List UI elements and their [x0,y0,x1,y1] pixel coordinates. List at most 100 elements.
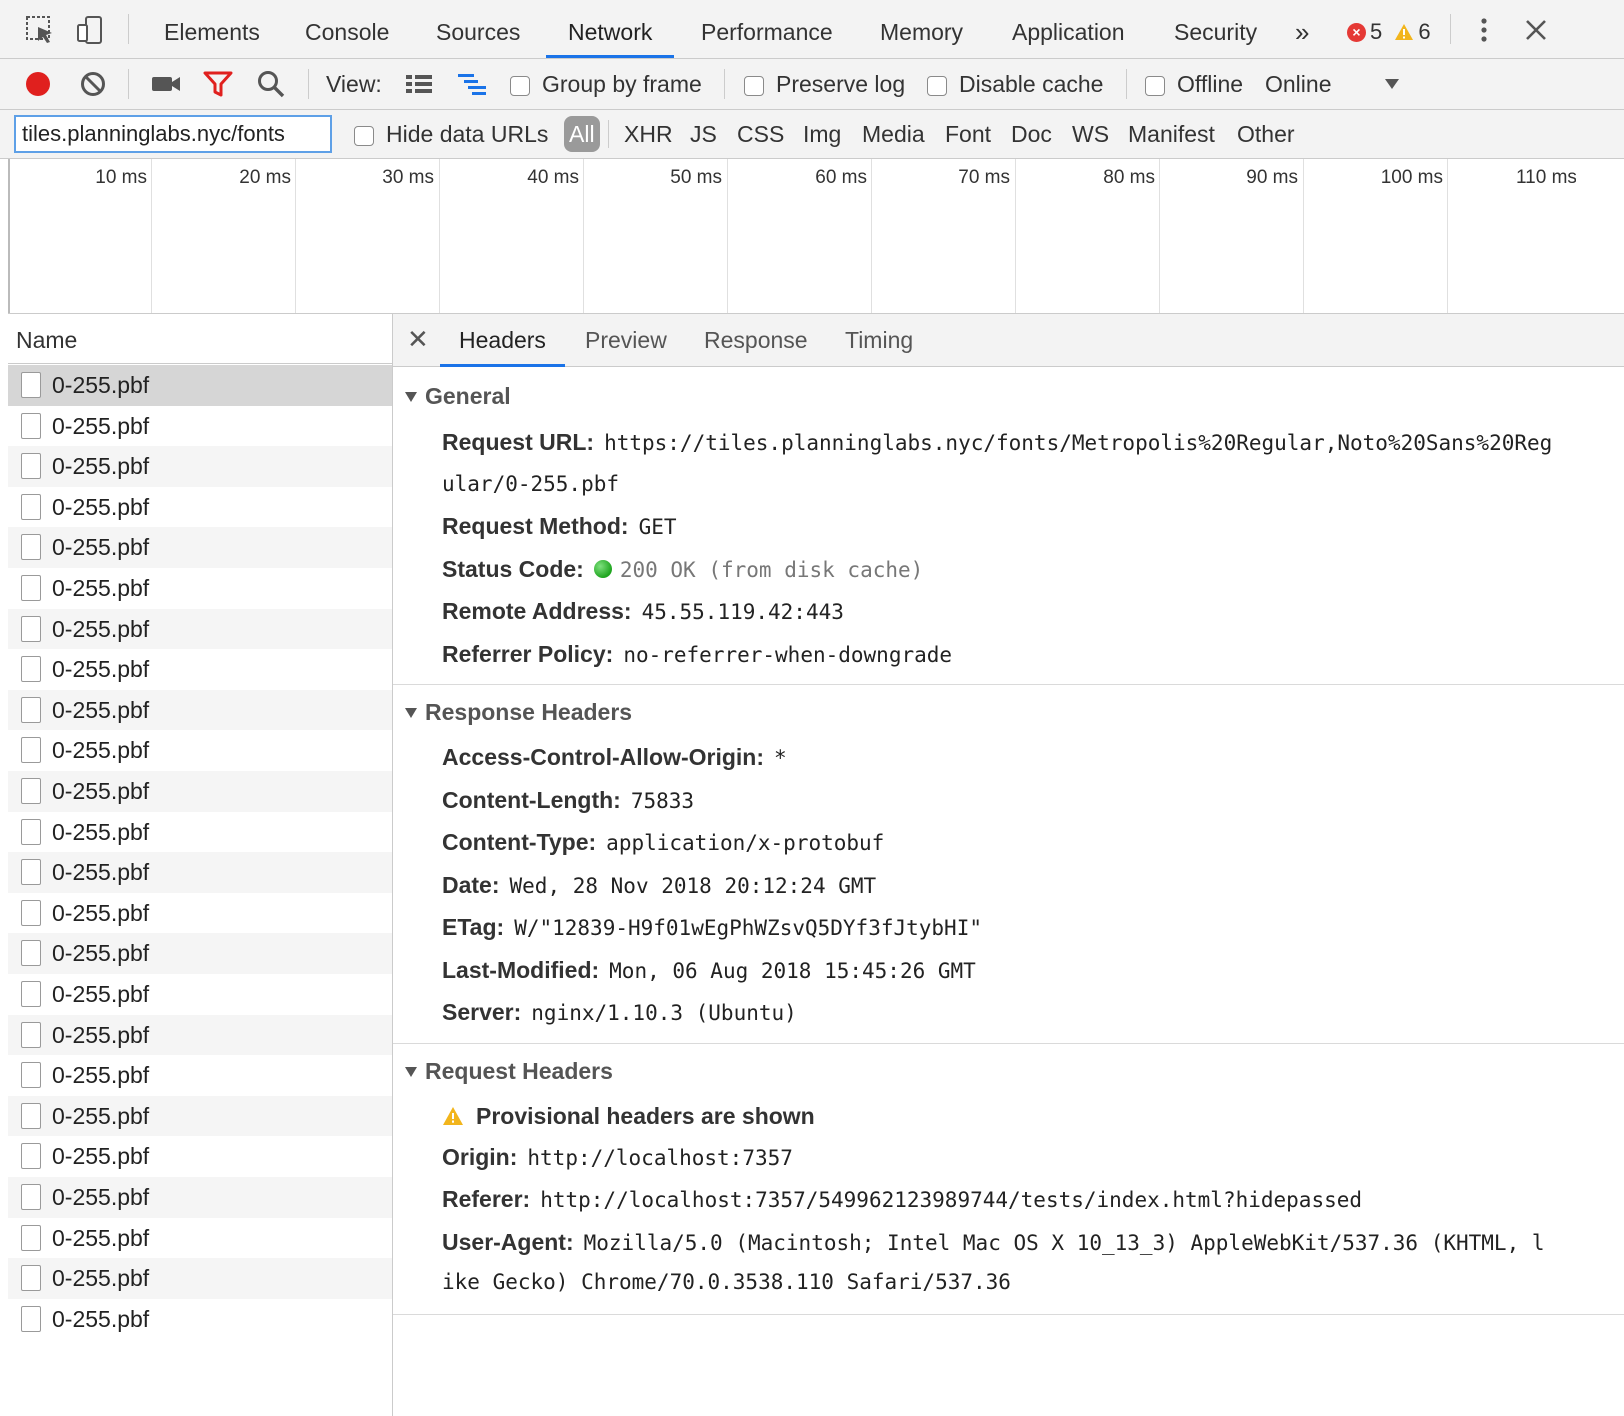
tab-console[interactable]: Console [305,0,389,58]
request-row[interactable]: 0-255.pbf [8,1095,392,1137]
response-headers-section: Response Headers Access-Control-Allow-Or… [393,685,1624,1044]
request-row[interactable]: 0-255.pbf [8,689,392,731]
general-section-toggle[interactable]: General [405,383,511,410]
filter-type-all[interactable]: All [564,116,600,152]
tab-response[interactable]: Response [704,314,808,366]
response-header-row: Content-Type: application/x-protobuf [442,829,884,856]
tab-network[interactable]: Network [545,0,675,58]
filter-type-font[interactable]: Font [945,110,991,158]
tab-headers[interactable]: Headers [440,314,565,367]
hide-data-urls-checkbox[interactable]: Hide data URLs [354,110,548,158]
referrer-policy-row: Referrer Policy: no-referrer-when-downgra… [442,641,952,668]
record-icon[interactable] [24,70,52,98]
header-key: Request URL: [442,429,595,455]
request-row[interactable]: 0-255.pbf [8,812,392,853]
filter-type-img[interactable]: Img [803,110,841,158]
request-row[interactable]: 0-255.pbf [8,365,392,406]
request-row[interactable]: 0-255.pbf [8,730,392,771]
filter-type-xhr[interactable]: XHR [624,110,673,158]
tab-memory[interactable]: Memory [880,0,963,58]
request-row[interactable]: 0-255.pbf [8,852,392,893]
request-headers-title: Request Headers [425,1058,613,1084]
timeline-overview[interactable]: 10 ms 20 ms 30 ms 40 ms 50 ms 60 ms 70 m… [8,159,1624,314]
filter-type-manifest[interactable]: Manifest [1128,110,1215,158]
status-note: (from disk cache) [708,558,924,582]
preserve-log-checkbox[interactable]: Preserve log [744,59,905,109]
request-row[interactable]: 0-255.pbf [8,1136,392,1177]
customize-menu-icon[interactable] [1474,16,1494,44]
chevron-down-icon[interactable] [1384,78,1400,90]
request-row[interactable]: 0-255.pbf [8,893,392,934]
device-toolbar-icon[interactable] [74,14,106,46]
tab-application[interactable]: Application [1012,0,1125,58]
checkbox-box[interactable] [744,76,764,96]
filter-type-media[interactable]: Media [862,110,925,158]
request-row[interactable]: 0-255.pbf [8,771,392,812]
filter-type-other[interactable]: Other [1237,110,1295,158]
disable-cache-checkbox[interactable]: Disable cache [927,59,1103,109]
tab-elements[interactable]: Elements [164,0,260,58]
request-row[interactable]: 0-255.pbf [8,1299,392,1340]
filter-type-ws[interactable]: WS [1072,110,1109,158]
origin-row: Origin: http://localhost:7357 [442,1144,793,1171]
filter-type-js[interactable]: JS [690,110,717,158]
remote-address-value: 45.55.119.42:443 [641,600,844,624]
search-icon[interactable] [256,69,286,99]
close-devtools-icon[interactable] [1524,18,1548,42]
request-name: 0-255.pbf [52,818,150,845]
tab-sources[interactable]: Sources [436,0,520,58]
screenshot-video-icon[interactable] [150,72,182,96]
request-row[interactable]: 0-255.pbf [8,406,392,447]
more-tabs-chevron-icon[interactable]: » [1295,0,1309,58]
large-rows-view-icon[interactable] [404,72,434,96]
clear-icon[interactable] [79,70,107,98]
header-value: Wed, 28 Nov 2018 20:12:24 GMT [509,874,877,898]
request-headers-section: Request Headers Provisional headers are … [393,1044,1624,1315]
issue-counter[interactable]: × 5 6 [1347,0,1431,58]
request-name: 0-255.pbf [52,615,150,642]
request-row[interactable]: 0-255.pbf [8,1177,392,1218]
request-row[interactable]: 0-255.pbf [8,1258,392,1299]
request-row[interactable]: 0-255.pbf [8,1055,392,1096]
provisional-warning: Provisional headers are shown [442,1103,815,1130]
request-row[interactable]: 0-255.pbf [8,568,392,609]
checkbox-box[interactable] [510,76,530,96]
divider [308,69,309,99]
divider [128,69,129,99]
request-name: 0-255.pbf [52,1143,150,1170]
filter-type-doc[interactable]: Doc [1011,110,1052,158]
group-by-frame-checkbox[interactable]: Group by frame [510,59,702,109]
checkbox-box[interactable] [1145,76,1165,96]
divider [1450,14,1451,44]
request-row[interactable]: 0-255.pbf [8,446,392,487]
close-details-icon[interactable]: ✕ [407,324,429,355]
request-row[interactable]: 0-255.pbf [8,527,392,568]
request-row[interactable]: 0-255.pbf [8,649,392,690]
tab-security[interactable]: Security [1174,0,1257,58]
waterfall-overview-icon[interactable] [456,72,490,96]
tab-timing[interactable]: Timing [845,314,913,366]
throttling-select[interactable]: Online [1265,59,1331,109]
request-name: 0-255.pbf [52,493,150,520]
request-row[interactable]: 0-255.pbf [8,974,392,1015]
inspect-element-icon[interactable] [24,14,56,46]
request-row[interactable]: 0-255.pbf [8,1218,392,1259]
response-headers-toggle[interactable]: Response Headers [405,699,632,726]
checkbox-box[interactable] [927,76,947,96]
filter-input[interactable] [14,115,332,153]
tab-preview[interactable]: Preview [585,314,667,366]
request-row[interactable]: 0-255.pbf [8,487,392,528]
tab-performance[interactable]: Performance [701,0,833,58]
filter-funnel-icon[interactable] [203,70,233,98]
checkbox-box[interactable] [354,126,374,146]
request-row[interactable]: 0-255.pbf [8,1014,392,1056]
request-row[interactable]: 0-255.pbf [8,933,392,974]
timeline-label: 100 ms [1380,167,1443,188]
name-column-header[interactable]: Name [8,314,392,364]
filter-type-css[interactable]: CSS [737,110,784,158]
request-headers-toggle[interactable]: Request Headers [405,1058,613,1085]
request-row[interactable]: 0-255.pbf [8,608,392,650]
preserve-log-label: Preserve log [776,71,906,97]
disable-cache-label: Disable cache [959,71,1104,97]
offline-checkbox[interactable]: Offline [1145,59,1243,109]
